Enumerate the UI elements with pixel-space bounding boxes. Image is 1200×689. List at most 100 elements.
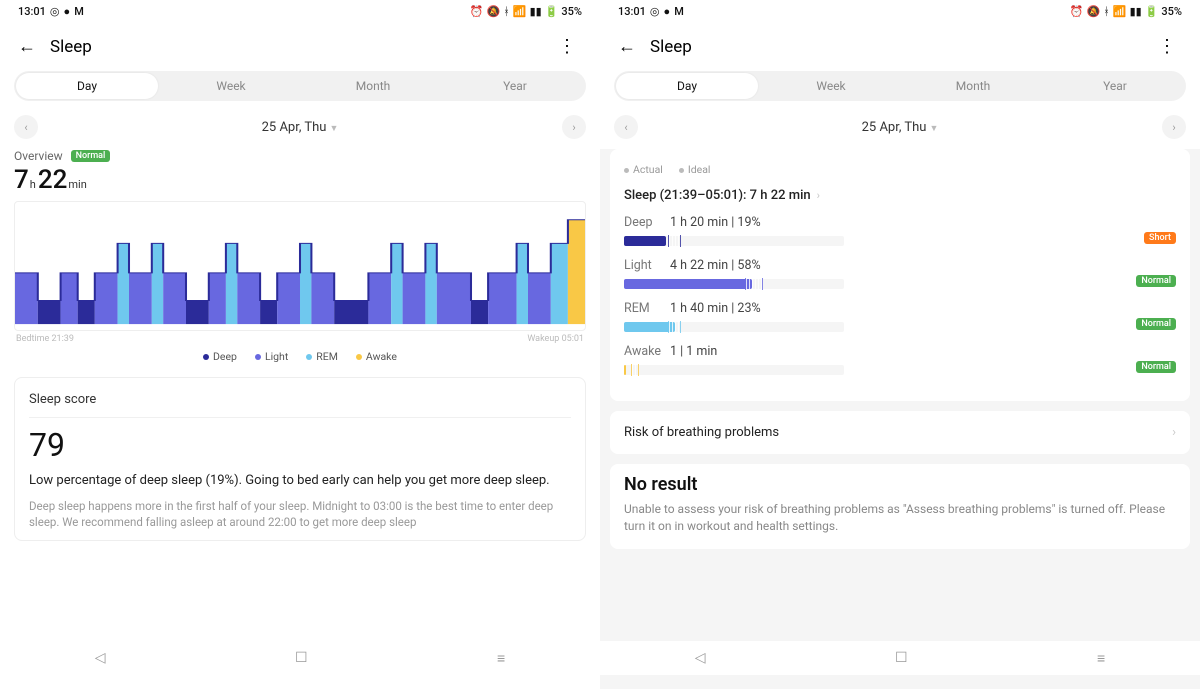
stage-deep[interactable]: Deep 1 h 20 min | 19% Short <box>624 215 1176 246</box>
messenger-icon: ● <box>64 6 71 17</box>
sleep-duration: 7h22min <box>14 165 586 195</box>
back-button[interactable]: ← <box>618 36 636 57</box>
stage-awake[interactable]: Awake 1 | 1 min Normal <box>624 344 1176 375</box>
back-button[interactable]: ← <box>18 36 36 57</box>
tab-week[interactable]: Week <box>160 73 302 99</box>
page-title: Sleep <box>50 37 538 57</box>
overview-label: Overview <box>14 149 63 163</box>
stage-value: 4 h 22 min | 58% <box>670 258 761 273</box>
stage-value: 1 h 40 min | 23% <box>670 301 761 316</box>
wifi-icon: 📶 <box>513 6 527 17</box>
tab-month[interactable]: Month <box>302 73 444 99</box>
dnd-icon: 🔕 <box>1087 6 1101 17</box>
battery-text: 35% <box>561 5 582 18</box>
signal-icon: ▮▮ <box>530 6 542 17</box>
more-menu-button[interactable]: ⋮ <box>1152 36 1182 57</box>
page-title: Sleep <box>650 37 1138 57</box>
nav-home-icon[interactable]: ☐ <box>895 650 908 666</box>
phone-right: 13:01 ◎ ● M ⏰ 🔕 ᚼ 📶 ▮▮ 🔋 35% ← Sleep ⋮ D… <box>600 0 1200 675</box>
stage-value: 1 h 20 min | 19% <box>670 215 761 230</box>
battery-icon: 🔋 <box>545 6 559 17</box>
stage-name: Deep <box>624 215 664 230</box>
period-tabs: Day Week Month Year <box>614 71 1186 101</box>
battery-text: 35% <box>1161 5 1182 18</box>
prev-date-button[interactable]: ‹ <box>14 115 38 139</box>
no-result-title: No result <box>624 474 1176 495</box>
rem-dot-icon <box>306 354 312 360</box>
stage-badge: Normal <box>1136 361 1176 373</box>
tab-day[interactable]: Day <box>616 73 758 99</box>
tab-year[interactable]: Year <box>444 73 586 99</box>
next-date-button[interactable]: › <box>562 115 586 139</box>
date-navigator: ‹ 25 Apr, Thu▼ › <box>0 111 600 149</box>
stage-name: Awake <box>624 344 664 359</box>
awake-dot-icon <box>356 354 362 360</box>
battery-icon: 🔋 <box>1145 6 1159 17</box>
stage-name: REM <box>624 301 664 316</box>
mail-icon: M <box>74 6 84 17</box>
system-nav-bar: ◁ ☐ ≡ <box>600 641 1200 675</box>
caret-down-icon: ▼ <box>329 124 338 134</box>
deep-dot-icon <box>203 354 209 360</box>
score-title: Sleep score <box>29 392 571 418</box>
score-detail: Deep sleep happens more in the first hal… <box>29 498 571 530</box>
chart-legend: Deep Light REM Awake <box>14 350 586 363</box>
date-picker[interactable]: 25 Apr, Thu▼ <box>262 120 339 135</box>
status-time: 13:01 <box>618 5 646 18</box>
overview-badge: Normal <box>71 150 111 162</box>
stage-badge: Normal <box>1136 275 1176 287</box>
prev-date-button[interactable]: ‹ <box>614 115 638 139</box>
stages-panel: Actual Ideal Sleep (21:39–05:01): 7 h 22… <box>610 149 1190 401</box>
wifi-icon: 📶 <box>1113 6 1127 17</box>
score-advice: Low percentage of deep sleep (19%). Goin… <box>29 472 571 490</box>
no-result-text: Unable to assess your risk of breathing … <box>624 501 1176 535</box>
system-nav-bar: ◁ ☐ ≡ <box>0 641 600 675</box>
stage-badge: Normal <box>1136 318 1176 330</box>
chevron-right-icon: › <box>817 189 820 202</box>
stage-bar <box>624 322 844 332</box>
tab-year[interactable]: Year <box>1044 73 1186 99</box>
stage-name: Light <box>624 258 664 273</box>
sleep-score-card[interactable]: Sleep score 79 Low percentage of deep sl… <box>14 377 586 541</box>
nav-home-icon[interactable]: ☐ <box>295 650 308 666</box>
nav-recent-icon[interactable]: ≡ <box>1097 650 1105 667</box>
phone-left: 13:01 ◎ ● M ⏰ 🔕 ᚼ 📶 ▮▮ 🔋 35% ← Sleep ⋮ D… <box>0 0 600 675</box>
period-tabs: Day Week Month Year <box>14 71 586 101</box>
tab-day[interactable]: Day <box>16 73 158 99</box>
content-left: Overview Normal 7h22min Bedtime 21:39 Wa… <box>0 149 600 689</box>
stage-value: 1 | 1 min <box>670 344 717 359</box>
breathing-risk-panel[interactable]: Risk of breathing problems › <box>610 411 1190 454</box>
stage-badge: Short <box>1144 232 1176 244</box>
stage-rem[interactable]: REM 1 h 40 min | 23% Normal <box>624 301 1176 332</box>
bluetooth-icon: ᚼ <box>1103 6 1110 17</box>
tab-week[interactable]: Week <box>760 73 902 99</box>
nav-back-icon[interactable]: ◁ <box>95 650 106 666</box>
wakeup-label: Wakeup 05:01 <box>527 334 584 344</box>
signal-icon: ▮▮ <box>1130 6 1142 17</box>
status-bar: 13:01 ◎ ● M ⏰ 🔕 ᚼ 📶 ▮▮ 🔋 35% <box>0 0 600 22</box>
status-time: 13:01 <box>18 5 46 18</box>
dnd-icon: 🔕 <box>487 6 501 17</box>
score-value: 79 <box>29 426 571 464</box>
stage-light[interactable]: Light 4 h 22 min | 58% Normal <box>624 258 1176 289</box>
bluetooth-icon: ᚼ <box>503 6 510 17</box>
next-date-button[interactable]: › <box>1162 115 1186 139</box>
mail-icon: M <box>674 6 684 17</box>
more-menu-button[interactable]: ⋮ <box>552 36 582 57</box>
sleep-summary-row[interactable]: Sleep (21:39–05:01): 7 h 22 min › <box>624 188 1176 203</box>
ideal-dot-icon <box>679 168 684 173</box>
nav-recent-icon[interactable]: ≡ <box>497 650 505 667</box>
stage-bar <box>624 365 844 375</box>
tab-month[interactable]: Month <box>902 73 1044 99</box>
stage-bar <box>624 279 844 289</box>
nav-back-icon[interactable]: ◁ <box>695 650 706 666</box>
sleep-stage-chart[interactable] <box>14 201 586 331</box>
no-result-panel: No result Unable to assess your risk of … <box>610 464 1190 549</box>
header: ← Sleep ⋮ <box>0 22 600 65</box>
date-picker[interactable]: 25 Apr, Thu▼ <box>862 120 939 135</box>
whatsapp-icon: ◎ <box>50 6 60 17</box>
chevron-right-icon: › <box>1172 425 1176 440</box>
mini-legend: Actual Ideal <box>624 163 1176 176</box>
stage-bar <box>624 236 844 246</box>
date-navigator: ‹ 25 Apr, Thu▼ › <box>600 111 1200 149</box>
